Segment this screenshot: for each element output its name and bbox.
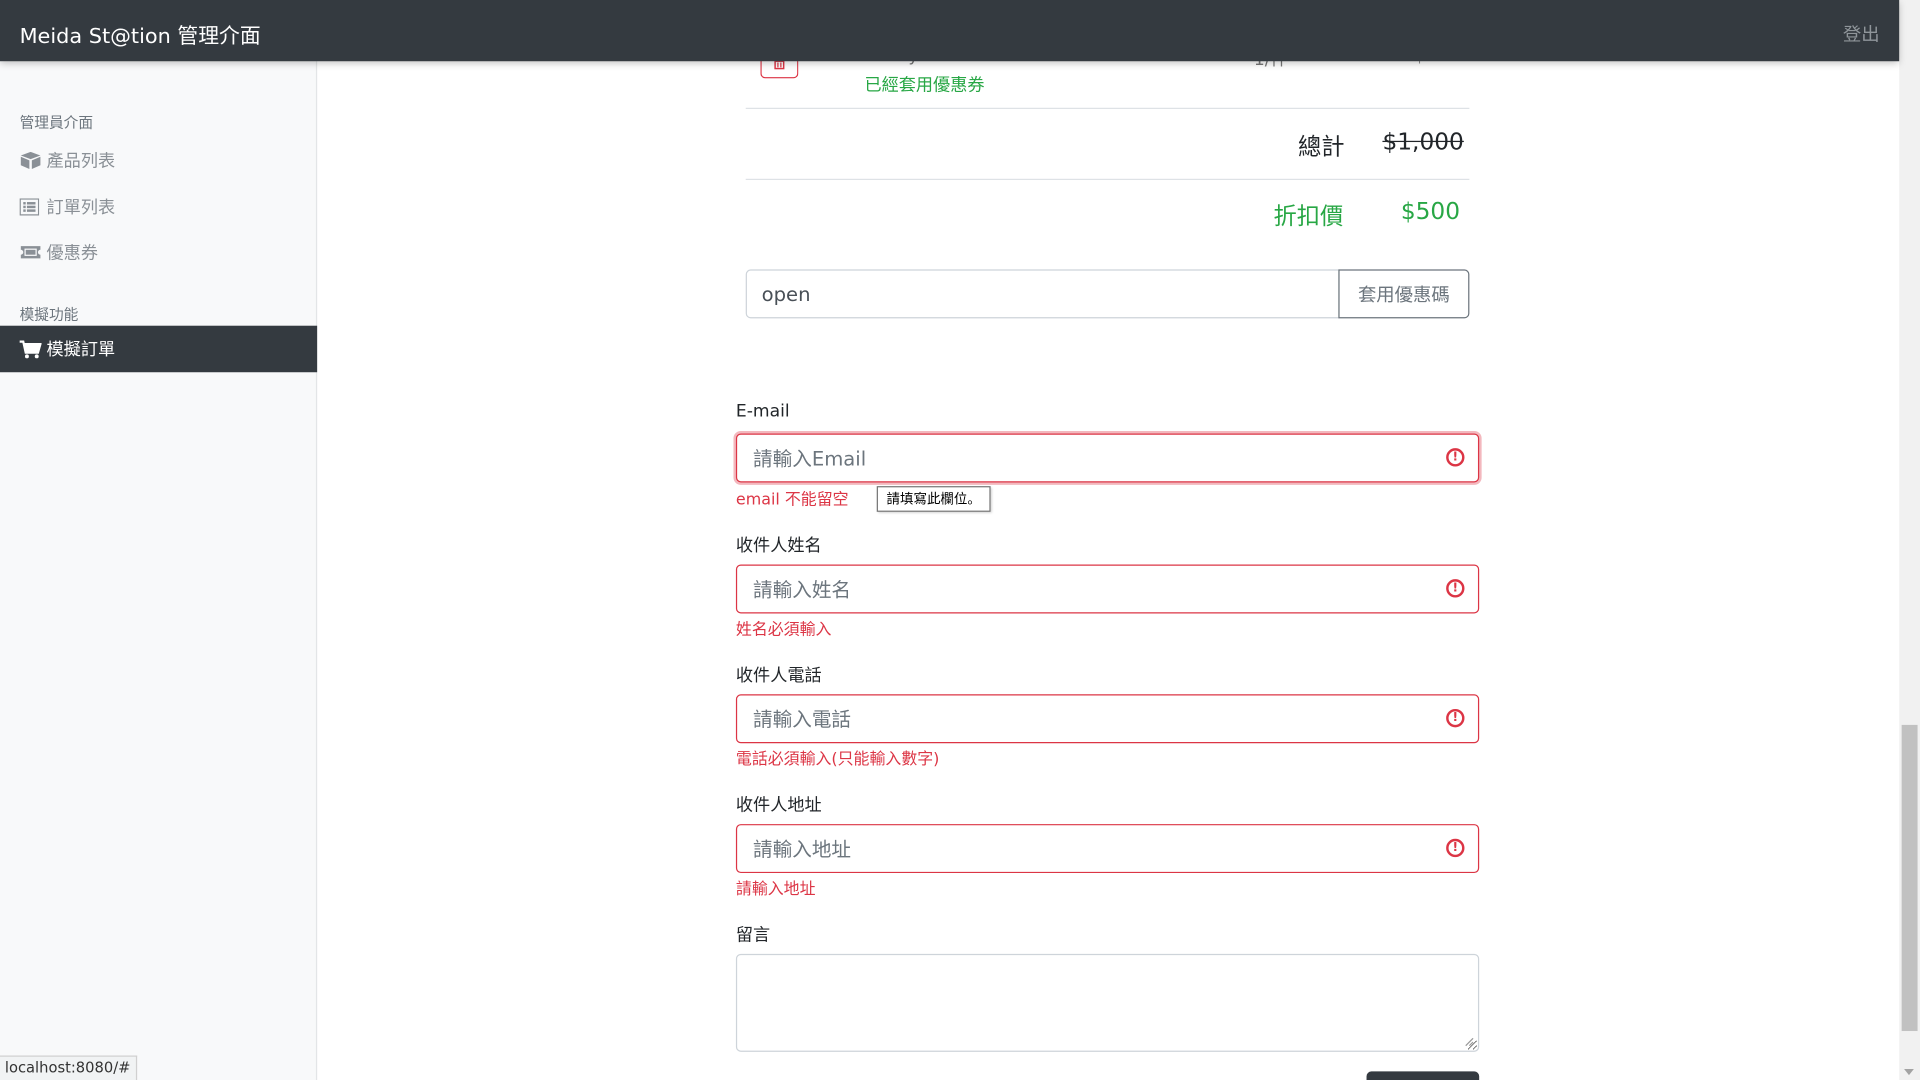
coupon-code-input[interactable]: [745, 269, 1340, 319]
sidebar-item-orders[interactable]: 訂單列表: [19, 195, 116, 219]
main-content: Do Myself 1/件 $400 已經套用優惠券 總計 $1,000 折扣價…: [317, 47, 1899, 1080]
sidebar-item-label: 產品列表: [46, 151, 116, 172]
name-error-text: 姓名必須輸入: [735, 620, 832, 640]
top-navbar: Meida St@tion 管理介面 登出: [0, 0, 1900, 62]
tel-error-text: 電話必須輸入(只能輸入數字): [735, 750, 940, 769]
ticket-icon: [20, 244, 42, 261]
scroll-down-arrow-icon[interactable]: [1904, 1068, 1914, 1076]
logout-link[interactable]: 登出: [1843, 21, 1880, 47]
email-label: E-mail: [735, 401, 790, 422]
total-value: $1,000: [1382, 128, 1464, 156]
message-label: 留言: [735, 925, 771, 946]
page: Meida St@tion 管理介面 登出 管理員介面 產品列表 訂單列表 優惠…: [0, 0, 1920, 1080]
brand-title[interactable]: Meida St@tion 管理介面: [20, 18, 261, 48]
address-label: 收件人地址: [735, 795, 822, 816]
name-label: 收件人姓名: [735, 536, 822, 556]
discount-value: $500: [1400, 198, 1461, 226]
address-field[interactable]: [735, 824, 1480, 874]
sidebar-heading-simulation: 模擬功能: [19, 306, 79, 324]
error-icon: !: [1446, 448, 1465, 467]
email-field[interactable]: [735, 433, 1480, 483]
sidebar-item-label: 訂單列表: [46, 198, 116, 218]
sidebar-heading-admin: 管理員介面: [19, 113, 94, 132]
list-icon: [19, 198, 42, 216]
sidebar-item-mock-order[interactable]: 模擬訂單: [0, 325, 318, 373]
error-icon: !: [1446, 579, 1465, 598]
divider: [745, 107, 1470, 109]
error-icon: !: [1446, 708, 1465, 728]
tel-label: 收件人電話: [735, 666, 822, 686]
sidebar: 管理員介面 產品列表 訂單列表 優惠券 模擬功能 模擬訂單: [0, 61, 318, 1080]
email-error-text: email 不能留空: [735, 491, 849, 510]
status-bar-url: localhost:8080/#: [0, 1055, 137, 1080]
box-icon: [20, 151, 42, 169]
discount-label: 折扣價: [1273, 203, 1344, 231]
name-field[interactable]: [735, 564, 1480, 614]
apply-coupon-button[interactable]: 套用優惠碼: [1338, 269, 1470, 319]
sidebar-item-coupons[interactable]: 優惠券: [20, 240, 98, 264]
scrollbar-thumb[interactable]: [1901, 724, 1918, 1032]
cart-icon: [19, 340, 42, 359]
scrollbar[interactable]: [1899, 0, 1920, 1080]
resize-handle-icon[interactable]: [1462, 1035, 1474, 1047]
address-error-text: 請輸入地址: [735, 880, 816, 899]
error-icon: !: [1446, 838, 1465, 858]
coupon-applied-text: 已經套用優惠券: [864, 75, 985, 96]
sidebar-item-products[interactable]: 產品列表: [20, 148, 116, 172]
sidebar-item-label: 優惠券: [46, 243, 98, 264]
sidebar-item-label: 模擬訂單: [46, 340, 116, 361]
submit-button[interactable]: [1366, 1071, 1480, 1080]
tel-field[interactable]: [735, 694, 1480, 744]
validation-tooltip: 請填寫此欄位。: [876, 486, 991, 512]
divider: [745, 178, 1470, 181]
message-textarea[interactable]: [735, 953, 1480, 1052]
total-label: 總計: [1297, 133, 1345, 161]
